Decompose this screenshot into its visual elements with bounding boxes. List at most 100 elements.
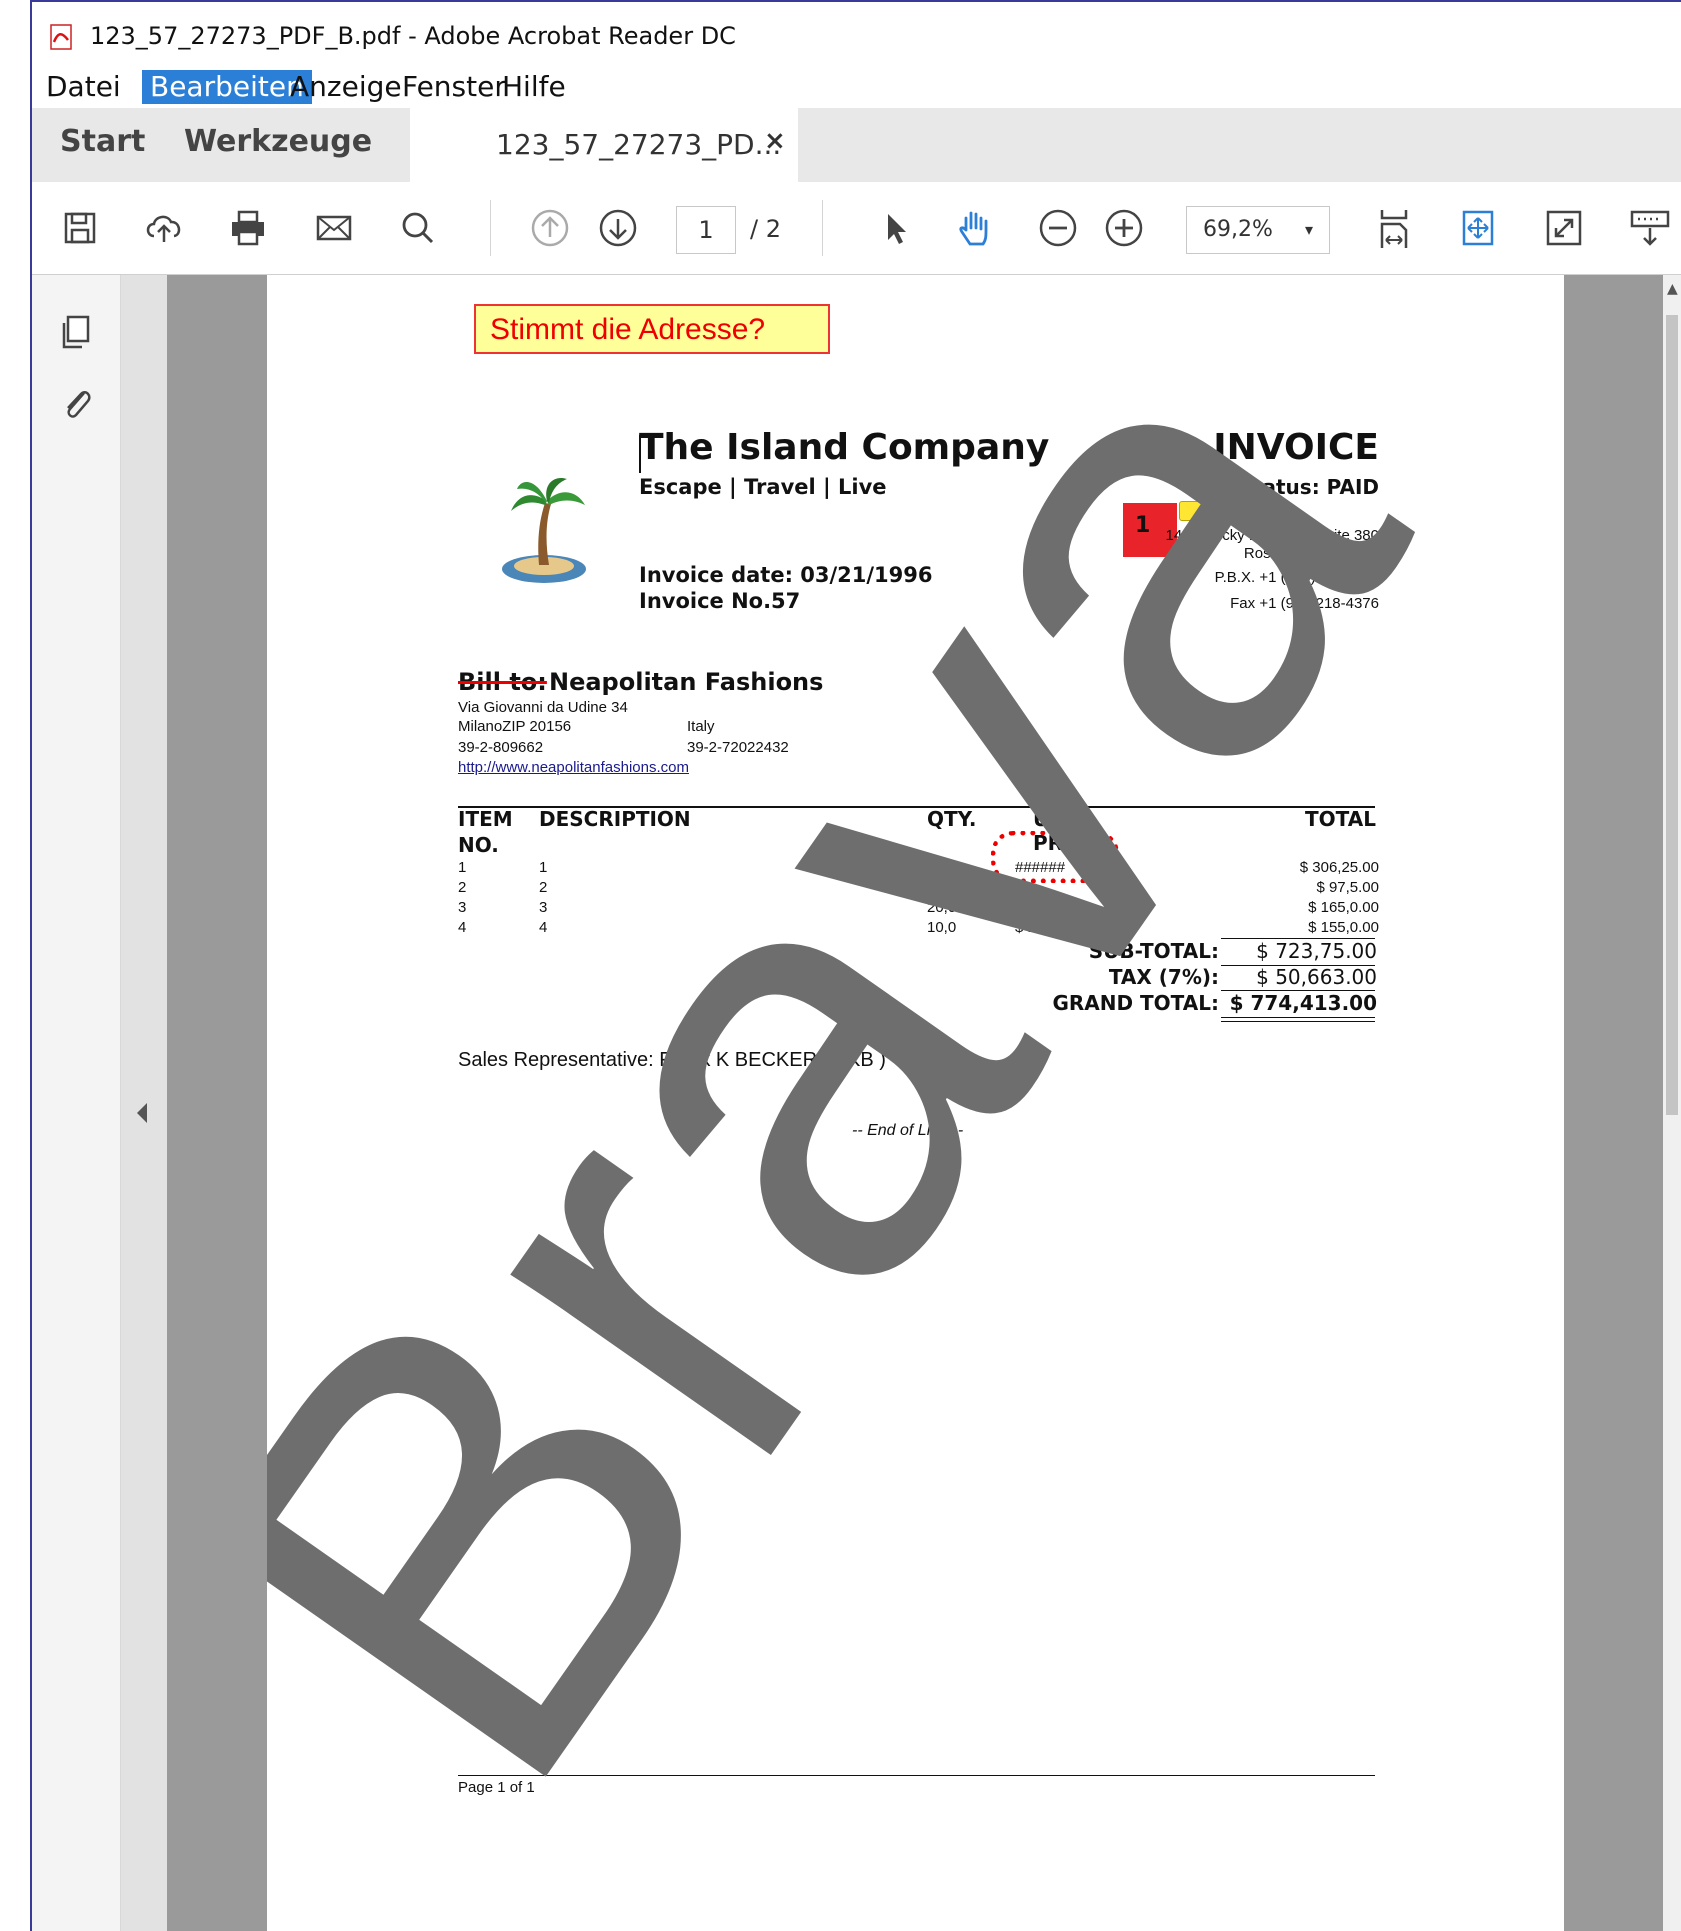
email-icon[interactable] [310, 204, 358, 252]
company-address-line: 1420 Rocky Ridge Dr. Suite 380 [1165, 527, 1379, 544]
bill-website-link[interactable]: http://www.neapolitanfashions.com [458, 759, 689, 776]
row-1-no: 1 [458, 859, 467, 876]
end-of-line: -- End of Line -- [852, 1122, 964, 1139]
window-title: 123_57_27273_PDF_B.pdf - Adobe Acrobat R… [90, 22, 736, 50]
company-tagline: Escape | Travel | Live [639, 475, 887, 499]
page-total: / 2 [750, 215, 781, 243]
title-bar: 123_57_27273_PDF_B.pdf - Adobe Acrobat R… [32, 2, 1681, 66]
row-4-total: $ 155,0.00 [1308, 919, 1379, 936]
tab-bar: Start Werkzeuge 123_57_27273_PD... × [32, 108, 1681, 183]
subtotal-value: $ 723,75.00 [1256, 939, 1377, 963]
next-page-icon[interactable] [594, 204, 642, 252]
fullscreen-icon[interactable] [1540, 204, 1588, 252]
fit-page-icon[interactable] [1370, 204, 1418, 252]
row-3-no: 3 [458, 899, 467, 916]
fit-width-icon[interactable] [1454, 204, 1502, 252]
row-4-price: $ 15,5.00 [1015, 919, 1078, 936]
page-number-input[interactable]: 1 [676, 206, 736, 254]
bill-to-name: Neapolitan Fashions [549, 668, 824, 696]
invoice-number: Invoice No.57 [639, 589, 801, 613]
menu-datei[interactable]: Datei [38, 70, 129, 104]
tax-label: TAX (7%): [1108, 965, 1219, 989]
comment-icon[interactable] [1179, 501, 1203, 521]
chevron-down-icon: ▾ [1304, 220, 1313, 239]
header-unit: UNIT [1033, 807, 1088, 831]
row-4-no: 4 [458, 919, 467, 936]
company-fax: Fax +1 (916)218-4376 [1230, 595, 1379, 612]
bill-country: Italy [687, 718, 715, 735]
header-item-no: NO. [458, 833, 499, 857]
collapse-arrow-icon[interactable] [137, 1103, 147, 1123]
toolbar-separator [490, 200, 491, 256]
row-4-desc: 4 [539, 919, 548, 936]
comment-number: 1 [1135, 513, 1151, 538]
bill-to-label: Bill to: [458, 668, 547, 696]
tax-value: $ 50,663.00 [1256, 965, 1377, 989]
pages-thumbnail-icon[interactable] [54, 311, 98, 355]
document-viewport[interactable]: Stimmt die Adresse? The Island Company E… [167, 275, 1663, 1931]
toolbar-separator [822, 200, 823, 256]
hand-tool-icon[interactable] [950, 204, 998, 252]
navigation-pane [32, 275, 121, 1931]
zoom-select[interactable]: 69,2% ▾ [1186, 206, 1330, 254]
zoom-in-icon[interactable] [1100, 204, 1148, 252]
attachment-icon[interactable] [54, 381, 98, 425]
company-name: The Island Company [639, 427, 1050, 468]
row-4-qty: 10,0 [927, 919, 957, 936]
bill-fax: 39-2-72022432 [687, 739, 789, 756]
close-tab-icon[interactable]: × [764, 126, 786, 156]
row-2-no: 2 [458, 879, 467, 896]
sticky-note-annotation[interactable]: Stimmt die Adresse? [474, 304, 830, 354]
select-cursor-icon[interactable] [872, 204, 920, 252]
row-2-total: $ 97,5.00 [1316, 879, 1379, 896]
subtotal-label: SUB-TOTAL: [1088, 939, 1219, 963]
header-description: DESCRIPTION [539, 807, 691, 831]
tab-werkzeuge[interactable]: Werkzeuge [184, 124, 372, 159]
pdf-page: Stimmt die Adresse? The Island Company E… [267, 275, 1564, 1931]
bill-phone: 39-2-809662 [458, 739, 544, 756]
pane-collapse-strip[interactable] [121, 275, 167, 1931]
watermark-text: Brava [267, 275, 1524, 1890]
tab-document-label: 123_57_27273_PD... [496, 128, 782, 161]
scrollbar-thumb[interactable] [1666, 315, 1678, 1115]
search-icon[interactable] [394, 204, 442, 252]
menu-anzeige[interactable]: Anzeige [282, 70, 410, 104]
save-icon[interactable] [56, 204, 104, 252]
company-city-line: Roseville, CA 95661 [1243, 545, 1379, 562]
pdf-file-icon [50, 24, 72, 50]
grand-total-double-rule-2 [1221, 1021, 1375, 1022]
grand-total-value: $ 774,413.00 [1229, 991, 1377, 1015]
row-1-desc: 1 [539, 859, 548, 876]
invoice-status: Status: PAID [1238, 475, 1379, 499]
print-icon[interactable] [224, 204, 272, 252]
row-1-price: ###### [1015, 859, 1066, 876]
sales-representative: Sales Representative: Frank K BECKER ( F… [458, 1049, 886, 1071]
company-phone: P.B.X. +1 (916)218-4700 [1214, 569, 1379, 586]
row-3-desc: 3 [539, 899, 548, 916]
row-1-total: $ 306,25.00 [1299, 859, 1379, 876]
row-2-qty: 15,0 [927, 879, 957, 896]
row-3-price: $ 8,25.00 [1015, 899, 1078, 916]
menu-hilfe[interactable]: Hilfe [494, 70, 574, 104]
grand-total-double-rule-1 [1221, 1017, 1375, 1018]
upload-icon[interactable] [140, 204, 188, 252]
vertical-scrollbar[interactable]: ▲ [1663, 275, 1681, 1931]
grand-total-label: GRAND TOTAL: [1052, 991, 1219, 1015]
bill-city: MilanoZIP 20156 [458, 718, 572, 735]
tab-document[interactable]: 123_57_27273_PD... × [410, 108, 798, 182]
row-2-desc: 2 [539, 879, 548, 896]
palm-tree-logo [502, 477, 586, 583]
toolbar: 1 / 2 69,2% ▾ [32, 182, 1681, 275]
prev-page-icon[interactable] [526, 204, 574, 252]
zoom-out-icon[interactable] [1034, 204, 1082, 252]
row-1-qty: 25,0 [927, 859, 957, 876]
tab-start[interactable]: Start [60, 124, 145, 159]
menu-bar: Datei Bearbeiten Anzeige Fenster Hilfe [32, 66, 1681, 108]
invoice-title: INVOICE [1213, 427, 1379, 468]
row-3-qty: 20,0 [927, 899, 957, 916]
read-mode-icon[interactable] [1626, 204, 1674, 252]
header-qty: QTY. [927, 807, 977, 831]
scroll-up-icon[interactable]: ▲ [1667, 281, 1678, 297]
footer-rule [458, 1775, 1375, 1776]
row-3-total: $ 165,0.00 [1308, 899, 1379, 916]
